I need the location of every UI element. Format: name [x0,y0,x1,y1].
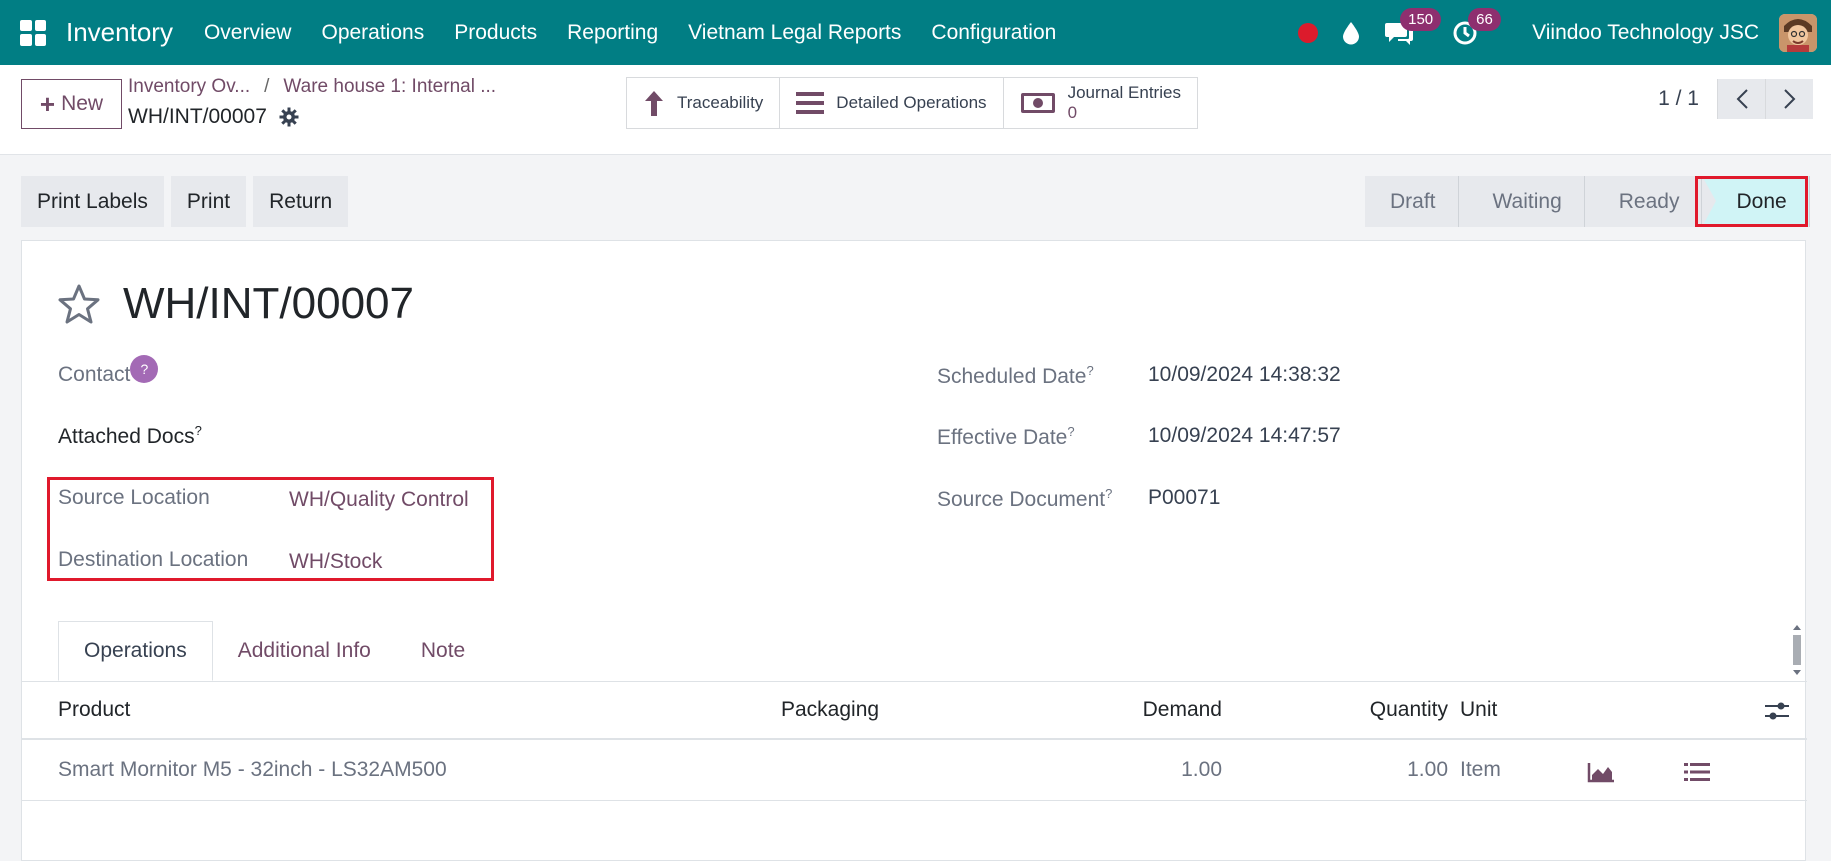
pager-next-button[interactable] [1765,79,1813,119]
tab-additional-info[interactable]: Additional Info [213,621,396,681]
form-sheet: WH/INT/00007 Contact? Attached Docs? Sou… [21,240,1807,861]
help-mark[interactable]: ? [1086,363,1093,378]
scheduled-date-label: Scheduled Date? [937,363,1094,388]
avatar-face-icon [1779,13,1817,52]
stage-ready[interactable]: Ready [1584,176,1703,227]
table-row[interactable]: Smart Mornitor M5 - 32inch - LS32AM500 1… [22,742,1807,801]
area-chart-icon[interactable] [1587,761,1615,783]
scheduled-date-value[interactable]: 10/09/2024 14:38:32 [1148,363,1341,387]
pager: 1 / 1 [1658,79,1813,119]
menu-overview[interactable]: Overview [189,21,307,45]
optional-columns-icon[interactable] [1765,700,1789,722]
print-button[interactable]: Print [170,176,247,227]
col-quantity[interactable]: Quantity [1370,698,1448,722]
source-location-label: Source Location [58,486,210,509]
contact-help-badge[interactable]: ? [130,355,159,383]
chevron-right-icon [1783,89,1795,109]
scrollbar[interactable] [1791,621,1803,679]
contact-label: Contact? [58,355,159,387]
record-title: WH/INT/00007 [123,279,414,328]
destination-location-label: Destination Location [58,548,249,571]
source-document-value[interactable]: P00071 [1148,486,1220,510]
row-quantity[interactable]: 1.00 [1407,758,1448,782]
source-location-value[interactable]: WH/Quality Control [289,488,469,512]
detailed-list-icon[interactable] [1684,762,1710,782]
bars-icon [796,92,825,114]
plus-icon: + [39,88,56,119]
menu-reporting[interactable]: Reporting [552,21,673,45]
activities-menu[interactable]: 66 [1452,7,1501,46]
top-navbar: Inventory Overview Operations Products R… [0,0,1831,65]
breadcrumb-inventory-overview[interactable]: Inventory Ov... [128,76,250,98]
help-mark[interactable]: ? [1067,424,1074,439]
print-labels-button[interactable]: Print Labels [21,176,164,227]
effective-date-label: Effective Date? [937,424,1075,449]
menu-operations[interactable]: Operations [306,21,439,45]
stage-waiting[interactable]: Waiting [1458,176,1585,227]
traceability-button[interactable]: Traceability [627,78,781,128]
breadcrumb-separator: / [264,76,270,97]
smart-buttons: Traceability Detailed Operations Journal… [626,77,1198,129]
messages-count-badge: 150 [1400,7,1442,31]
stage-done[interactable]: Done [1702,176,1810,227]
menu-products[interactable]: Products [439,21,552,45]
help-mark[interactable]: ? [195,423,202,438]
col-demand[interactable]: Demand [1143,698,1222,722]
menu-vietnam-legal-reports[interactable]: Vietnam Legal Reports [673,21,916,45]
attached-docs-label: Attached Docs? [58,423,202,448]
scrollbar-thumb[interactable] [1793,635,1801,665]
current-record-name: WH/INT/00007 [128,105,267,128]
tab-note[interactable]: Note [396,621,490,681]
table-header: Product Packaging Demand Quantity Unit [22,682,1807,740]
action-buttons: Print Labels Print Return [21,176,349,227]
destination-location-value[interactable]: WH/Stock [289,550,382,574]
record-indicator-icon[interactable] [1298,22,1319,43]
water-drop-icon[interactable] [1342,21,1360,45]
breadcrumb-current-record: WH/INT/00007 [128,105,299,129]
new-button[interactable]: + New [21,79,122,129]
status-bar: Draft Waiting Ready Done [1365,176,1810,227]
journal-entries-button[interactable]: Journal Entries 0 [1004,78,1197,128]
control-panel: + New Inventory Ov... / Ware house 1: Int… [0,65,1831,155]
app-name[interactable]: Inventory [66,17,173,48]
col-packaging[interactable]: Packaging [781,698,879,722]
effective-date-value: 10/09/2024 14:47:57 [1148,424,1341,447]
col-product[interactable]: Product [58,698,130,722]
star-icon[interactable] [57,283,101,325]
row-demand[interactable]: 1.00 [1181,758,1222,782]
apps-grid-icon[interactable] [20,19,46,46]
gear-icon[interactable] [279,107,299,127]
help-mark[interactable]: ? [1105,486,1112,501]
money-bill-icon [1020,93,1055,113]
pager-previous-button[interactable] [1717,79,1765,119]
source-document-label: Source Document? [937,486,1113,511]
return-button[interactable]: Return [253,176,349,227]
activities-count-badge: 66 [1468,7,1501,31]
title-row: WH/INT/00007 [57,279,414,329]
detailed-operations-button[interactable]: Detailed Operations [780,78,1004,128]
user-avatar[interactable] [1779,13,1817,52]
col-unit[interactable]: Unit [1460,698,1497,722]
arrow-up-icon [645,91,663,116]
row-unit[interactable]: Item [1460,758,1501,782]
stage-draft[interactable]: Draft [1365,176,1459,227]
row-product[interactable]: Smart Mornitor M5 - 32inch - LS32AM500 [58,758,447,782]
notebook-tabs: Operations Additional Info Note [58,621,490,681]
breadcrumb: Inventory Ov... / Ware house 1: Internal… [128,76,496,98]
company-switcher[interactable]: Viindoo Technology JSC [1532,21,1759,45]
pager-value[interactable]: 1 / 1 [1658,87,1699,111]
breadcrumb-warehouse-internal[interactable]: Ware house 1: Internal ... [283,76,496,98]
menu-configuration[interactable]: Configuration [916,21,1071,45]
messages-menu[interactable]: 150 [1384,7,1442,46]
chevron-left-icon [1736,89,1748,109]
tab-operations[interactable]: Operations [58,621,213,681]
